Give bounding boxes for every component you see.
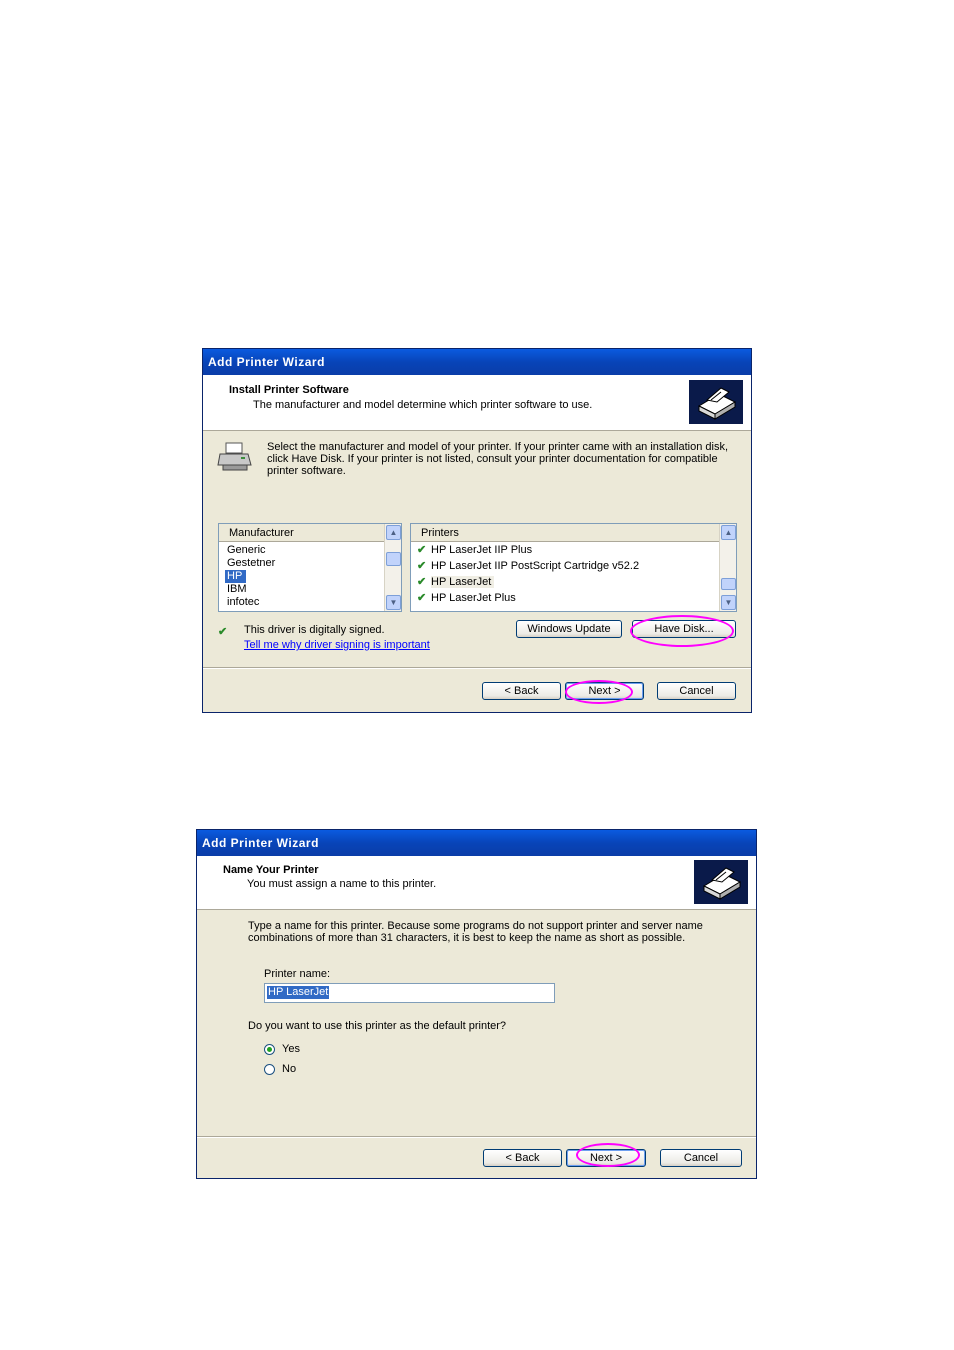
- instructions-text: Type a name for this printer. Because so…: [248, 920, 703, 944]
- cancel-button[interactable]: Cancel: [660, 1149, 742, 1167]
- scroll-thumb[interactable]: [721, 578, 736, 590]
- list-item[interactable]: ✔ HP LaserJet IIP PostScript Cartridge v5…: [417, 560, 639, 573]
- no-radio[interactable]: [264, 1064, 275, 1075]
- printers-scrollbar[interactable]: ▲ ▼: [719, 524, 736, 611]
- signed-driver-icon: ✔: [417, 544, 427, 556]
- default-printer-question: Do you want to use this printer as the d…: [248, 1020, 507, 1032]
- next-button[interactable]: Next >: [565, 682, 644, 700]
- windows-update-button[interactable]: Windows Update: [516, 620, 622, 638]
- wizard-header: Name Your Printer You must assign a name…: [197, 856, 756, 910]
- list-item-selected[interactable]: ✔ HP LaserJet: [417, 576, 495, 589]
- header-title: Name Your Printer: [223, 864, 319, 876]
- manufacturer-list[interactable]: Manufacturer Generic Gestetner HP IBM in…: [218, 523, 402, 612]
- list-item[interactable]: Generic: [227, 544, 266, 557]
- printer-wizard-icon: [689, 380, 743, 424]
- list-item[interactable]: ✔ HP LaserJet IIP Plus: [417, 544, 532, 557]
- scroll-down-icon[interactable]: ▼: [721, 595, 736, 610]
- radio-selected-dot: [267, 1047, 272, 1052]
- printer-name: HP LaserJet IIP Plus: [431, 544, 533, 556]
- header-title: Install Printer Software: [229, 384, 349, 396]
- no-radio-option[interactable]: No: [264, 1063, 344, 1077]
- instructions-text: Select the manufacturer and model of you…: [267, 441, 729, 477]
- printer-name: HP LaserJet Plus: [431, 592, 516, 604]
- signed-driver-icon: ✔: [417, 560, 427, 572]
- printer-icon: [217, 441, 253, 473]
- scroll-thumb[interactable]: [386, 552, 401, 566]
- printer-name: HP LaserJet: [431, 576, 495, 588]
- yes-radio-option[interactable]: Yes: [264, 1043, 344, 1057]
- signed-driver-icon: ✔: [218, 626, 228, 638]
- scroll-down-icon[interactable]: ▼: [386, 595, 401, 610]
- separator: [203, 667, 751, 669]
- header-subtitle: You must assign a name to this printer.: [247, 878, 437, 890]
- back-button[interactable]: < Back: [483, 1149, 562, 1167]
- driver-signing-link[interactable]: Tell me why driver signing is important: [244, 639, 430, 651]
- scroll-up-icon[interactable]: ▲: [386, 525, 401, 540]
- signed-driver-text: This driver is digitally signed.: [244, 624, 385, 636]
- manufacturer-scrollbar[interactable]: ▲ ▼: [384, 524, 401, 611]
- printer-wizard-icon: [694, 860, 748, 904]
- wizard-header: Install Printer Software The manufacture…: [203, 375, 751, 431]
- dialog-title-bar[interactable]: Add Printer Wizard: [197, 830, 756, 856]
- list-item-selected[interactable]: HP: [225, 570, 247, 583]
- install-printer-software-dialog: Add Printer Wizard Install Printer Softw…: [202, 348, 752, 713]
- name-your-printer-dialog: Add Printer Wizard Name Your Printer You…: [196, 829, 757, 1179]
- next-button[interactable]: Next >: [566, 1149, 646, 1167]
- list-item[interactable]: IBM: [227, 583, 247, 596]
- yes-label: Yes: [282, 1043, 300, 1055]
- list-item[interactable]: Gestetner: [227, 557, 275, 570]
- printer-name-label: Printer name:: [264, 968, 331, 980]
- cancel-button[interactable]: Cancel: [657, 682, 736, 700]
- printers-list[interactable]: Printers ✔ HP LaserJet IIP Plus ✔ HP Laser…: [410, 523, 737, 612]
- dialog-title-bar[interactable]: Add Printer Wizard: [203, 349, 751, 375]
- signed-driver-icon: ✔: [417, 576, 427, 588]
- printer-name-input[interactable]: HP LaserJet: [264, 983, 555, 1003]
- printers-column-header[interactable]: Printers: [411, 524, 721, 542]
- back-button[interactable]: < Back: [482, 682, 561, 700]
- have-disk-button[interactable]: Have Disk...: [632, 620, 736, 638]
- printer-name-value: HP LaserJet: [267, 986, 330, 999]
- yes-radio[interactable]: [264, 1044, 275, 1055]
- scroll-up-icon[interactable]: ▲: [721, 525, 736, 540]
- no-label: No: [282, 1063, 297, 1075]
- list-item[interactable]: infotec: [227, 596, 259, 609]
- signed-driver-icon: ✔: [417, 592, 427, 604]
- list-item[interactable]: ✔ HP LaserJet Plus: [417, 592, 516, 605]
- printer-name: HP LaserJet IIP PostScript Cartridge v52…: [431, 560, 640, 572]
- header-subtitle: The manufacturer and model determine whi…: [253, 399, 593, 411]
- separator: [197, 1136, 756, 1138]
- manufacturer-column-header[interactable]: Manufacturer: [219, 524, 386, 542]
